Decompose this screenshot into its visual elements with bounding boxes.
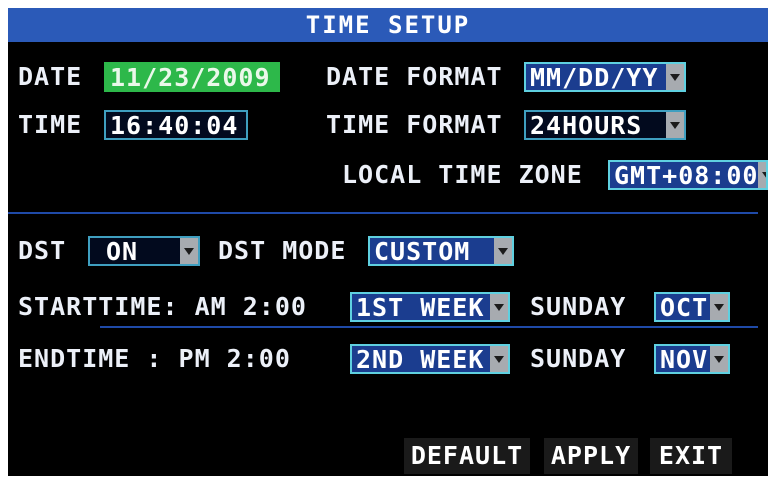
time-format-label: TIME FORMAT: [326, 110, 503, 139]
section-divider: [8, 212, 758, 214]
chevron-down-icon[interactable]: [494, 238, 512, 264]
time-zone-label: LOCAL TIME ZONE: [342, 160, 583, 189]
time-value: 16:40:04: [110, 111, 239, 140]
start-month-select[interactable]: OCT: [654, 292, 730, 322]
dst-select[interactable]: ON: [88, 236, 200, 266]
end-time-label: ENDTIME : PM 2:00: [18, 344, 291, 373]
time-setup-screen: TIME SETUP DATE 11/23/2009 DATE FORMAT M…: [8, 8, 768, 476]
exit-button[interactable]: EXIT: [650, 438, 732, 474]
window-title: TIME SETUP: [8, 8, 768, 42]
time-zone-value: GMT+08:00: [614, 161, 759, 190]
dst-mode-label: DST MODE: [218, 236, 347, 265]
end-day-label: SUNDAY: [530, 344, 627, 373]
dst-label: DST: [18, 236, 67, 265]
end-month-select[interactable]: NOV: [654, 344, 730, 374]
chevron-down-icon[interactable]: [490, 346, 508, 372]
date-label: DATE: [18, 62, 83, 91]
dst-value: ON: [106, 237, 139, 266]
dst-mode-value: CUSTOM: [374, 237, 471, 266]
chevron-down-icon[interactable]: [666, 112, 684, 138]
chevron-down-icon[interactable]: [490, 294, 508, 320]
start-week-select[interactable]: 1ST WEEK: [350, 292, 510, 322]
apply-button[interactable]: APPLY: [544, 438, 638, 474]
end-week-value: 2ND WEEK: [356, 345, 485, 374]
time-label: TIME: [18, 110, 83, 139]
start-month-value: OCT: [660, 293, 709, 322]
chevron-down-icon[interactable]: [180, 238, 198, 264]
row-divider: [100, 326, 758, 328]
end-month-value: NOV: [660, 345, 709, 374]
date-format-label: DATE FORMAT: [326, 62, 503, 91]
chevron-down-icon[interactable]: [710, 294, 728, 320]
time-format-select[interactable]: 24HOURS: [524, 110, 686, 140]
time-format-value: 24HOURS: [530, 111, 643, 140]
dst-mode-select[interactable]: CUSTOM: [368, 236, 514, 266]
default-button[interactable]: DEFAULT: [404, 438, 530, 474]
date-format-value: MM/DD/YY: [530, 63, 659, 92]
start-day-label: SUNDAY: [530, 292, 627, 321]
start-time-label: STARTTIME: AM 2:00: [18, 292, 307, 321]
date-value: 11/23/2009: [110, 63, 271, 92]
date-field[interactable]: 11/23/2009: [104, 62, 280, 92]
end-week-select[interactable]: 2ND WEEK: [350, 344, 510, 374]
chevron-down-icon[interactable]: [758, 162, 766, 188]
chevron-down-icon[interactable]: [710, 346, 728, 372]
date-format-select[interactable]: MM/DD/YY: [524, 62, 686, 92]
start-week-value: 1ST WEEK: [356, 293, 485, 322]
chevron-down-icon[interactable]: [666, 64, 684, 90]
time-zone-select[interactable]: GMT+08:00: [608, 160, 768, 190]
time-field[interactable]: 16:40:04: [104, 110, 248, 140]
